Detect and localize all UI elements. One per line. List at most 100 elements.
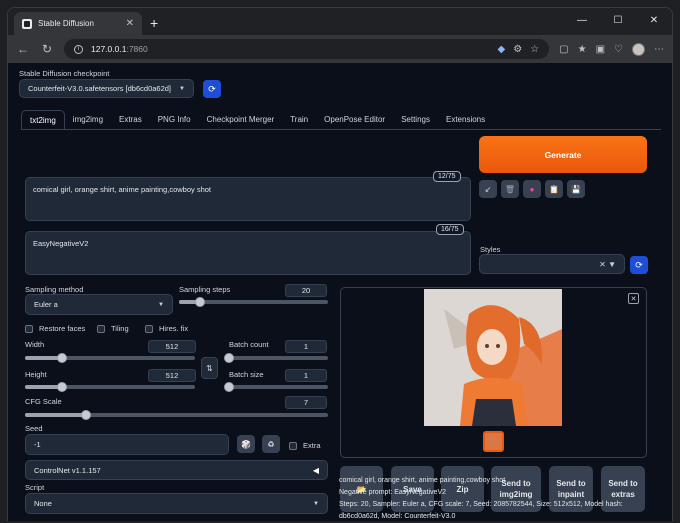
- sampling-method-value: Euler a: [34, 300, 58, 309]
- window-controls: — ☐ ✕: [564, 8, 672, 32]
- output-params-line: Steps: 20, Sampler: Euler a, CFG scale: …: [339, 501, 623, 508]
- clear-prompt-button[interactable]: 🗑: [501, 180, 519, 198]
- slider-handle[interactable]: [57, 382, 68, 392]
- favicon-icon: [22, 18, 32, 29]
- refresh-icon: ⟳: [208, 83, 216, 94]
- thumbnail-image[interactable]: [483, 431, 504, 452]
- browser-tab[interactable]: Stable Diffusion ✕: [14, 12, 142, 35]
- save-style-button[interactable]: 💾: [567, 180, 585, 198]
- generated-image[interactable]: [424, 289, 562, 426]
- reuse-seed-button[interactable]: ♻: [262, 435, 280, 453]
- output-negative-line: Negative prompt: EasyNegativeV2: [339, 489, 446, 496]
- batch-size-input[interactable]: 1: [285, 369, 327, 382]
- url-host: 127.0.0.1: [91, 44, 127, 54]
- tab-extras[interactable]: Extras: [111, 110, 150, 130]
- tab-png-info[interactable]: PNG Info: [150, 110, 199, 130]
- reload-icon[interactable]: ↻: [40, 42, 54, 56]
- tab-img2img[interactable]: img2img: [65, 110, 111, 130]
- slider-handle[interactable]: [80, 410, 91, 420]
- prompt-token-counter: 12/75: [433, 171, 461, 182]
- controlnet-label: ControlNet v1.1.157: [34, 465, 101, 475]
- chevron-down-icon: ▼: [313, 500, 319, 507]
- tiling-checkbox[interactable]: Tiling: [97, 324, 129, 333]
- tab-checkpoint-merger[interactable]: Checkpoint Merger: [199, 110, 283, 130]
- clear-styles-icon[interactable]: ✕ ▼: [599, 260, 616, 269]
- extensions-icon[interactable]: ⚙: [513, 44, 522, 55]
- bookmark-star-icon[interactable]: ☆: [530, 44, 539, 55]
- slider-handle[interactable]: [194, 297, 205, 307]
- batch-size-slider[interactable]: [224, 382, 328, 392]
- sampling-steps-label: Sampling steps: [179, 285, 231, 294]
- hires-fix-checkbox[interactable]: Hires. fix: [145, 324, 188, 333]
- height-input[interactable]: 512: [148, 369, 196, 382]
- batch-size-label: Batch size: [229, 370, 264, 379]
- browser-essentials-icon[interactable]: ♡: [614, 44, 623, 55]
- styles-label: Styles: [480, 245, 501, 254]
- slider-handle[interactable]: [224, 353, 234, 363]
- site-info-icon[interactable]: i: [74, 44, 83, 54]
- minimize-icon[interactable]: —: [564, 15, 600, 26]
- batch-count-input[interactable]: 1: [285, 340, 327, 353]
- tab-settings[interactable]: Settings: [393, 110, 438, 130]
- checkpoint-label: Stable Diffusion checkpoint: [19, 69, 110, 78]
- controlnet-accordion[interactable]: ControlNet v1.1.157 ◀: [25, 460, 328, 480]
- tab-title: Stable Diffusion: [38, 19, 94, 28]
- apply-style-button[interactable]: 📋: [545, 180, 563, 198]
- profile-avatar[interactable]: [632, 42, 645, 56]
- prompt-input[interactable]: comical girl, orange shirt, anime painti…: [25, 177, 471, 221]
- checkpoint-dropdown[interactable]: Counterfeit-V3.0.safetensors [db6cd0a62d…: [19, 79, 194, 98]
- refresh-icon: ⟳: [635, 259, 643, 270]
- chevron-down-icon: ▼: [179, 85, 185, 92]
- sampling-method-label: Sampling method: [25, 285, 84, 294]
- read-params-button[interactable]: ↙: [479, 180, 497, 198]
- extra-seed-checkbox[interactable]: Extra: [289, 441, 321, 450]
- swap-dimensions-button[interactable]: ⇅: [201, 357, 218, 379]
- extra-seed-label: Extra: [303, 441, 321, 450]
- extension-tag-icon[interactable]: ◆: [498, 44, 506, 55]
- checkpoint-value: Counterfeit-V3.0.safetensors [db6cd0a62d…: [28, 84, 172, 93]
- tab-txt2img[interactable]: txt2img: [21, 110, 65, 130]
- negative-prompt-input[interactable]: EasyNegativeV2: [25, 231, 471, 275]
- refresh-styles-button[interactable]: ⟳: [630, 256, 648, 274]
- batch-count-slider[interactable]: [224, 353, 328, 363]
- menu-icon[interactable]: ⋯: [654, 44, 664, 55]
- swap-arrows-icon: ⇅: [206, 363, 213, 373]
- sampling-method-dropdown[interactable]: Euler a ▼: [25, 294, 173, 315]
- tab-extensions[interactable]: Extensions: [438, 110, 493, 130]
- refresh-checkpoint-button[interactable]: ⟳: [203, 80, 221, 98]
- generate-button[interactable]: Generate: [479, 136, 647, 173]
- width-slider[interactable]: [25, 353, 195, 363]
- negative-prompt-text: EasyNegativeV2: [33, 239, 89, 248]
- restore-faces-label: Restore faces: [39, 324, 86, 333]
- address-bar[interactable]: i 127.0.0.1:7860 ◆ ⚙ ☆: [64, 39, 550, 59]
- height-slider[interactable]: [25, 382, 195, 392]
- collections-icon[interactable]: ▣: [596, 44, 605, 55]
- back-icon[interactable]: ←: [16, 42, 30, 56]
- new-tab-button[interactable]: +: [150, 15, 158, 31]
- split-screen-icon[interactable]: ▢: [559, 44, 568, 55]
- cfg-scale-input[interactable]: 7: [285, 396, 327, 409]
- close-gallery-icon[interactable]: ✕: [628, 293, 639, 304]
- cfg-scale-slider[interactable]: [25, 410, 328, 420]
- random-seed-button[interactable]: 🎲: [237, 435, 255, 453]
- script-dropdown[interactable]: None ▼: [25, 493, 328, 514]
- seed-input[interactable]: -1: [25, 434, 229, 455]
- slider-handle[interactable]: [57, 353, 68, 363]
- favorites-icon[interactable]: ★: [578, 44, 587, 55]
- tab-openpose-editor[interactable]: OpenPose Editor: [316, 110, 393, 130]
- maximize-icon[interactable]: ☐: [600, 15, 636, 26]
- extra-networks-button[interactable]: ●: [523, 180, 541, 198]
- tab-train[interactable]: Train: [282, 110, 316, 130]
- sampling-steps-input[interactable]: 20: [285, 284, 327, 297]
- slider-handle[interactable]: [224, 382, 234, 392]
- browser-window: Stable Diffusion ✕ + — ☐ ✕ ← ↻ i 127.0.0…: [7, 7, 673, 521]
- sampling-steps-slider[interactable]: [179, 297, 328, 307]
- dice-icon: 🎲: [241, 439, 251, 449]
- cfg-scale-label: CFG Scale: [25, 397, 62, 406]
- styles-dropdown[interactable]: ✕ ▼: [479, 254, 625, 274]
- window-close-icon[interactable]: ✕: [636, 15, 672, 26]
- width-input[interactable]: 512: [148, 340, 196, 353]
- hires-fix-label: Hires. fix: [159, 324, 189, 333]
- restore-faces-checkbox[interactable]: Restore faces: [25, 324, 85, 333]
- tab-close-icon[interactable]: ✕: [126, 18, 134, 29]
